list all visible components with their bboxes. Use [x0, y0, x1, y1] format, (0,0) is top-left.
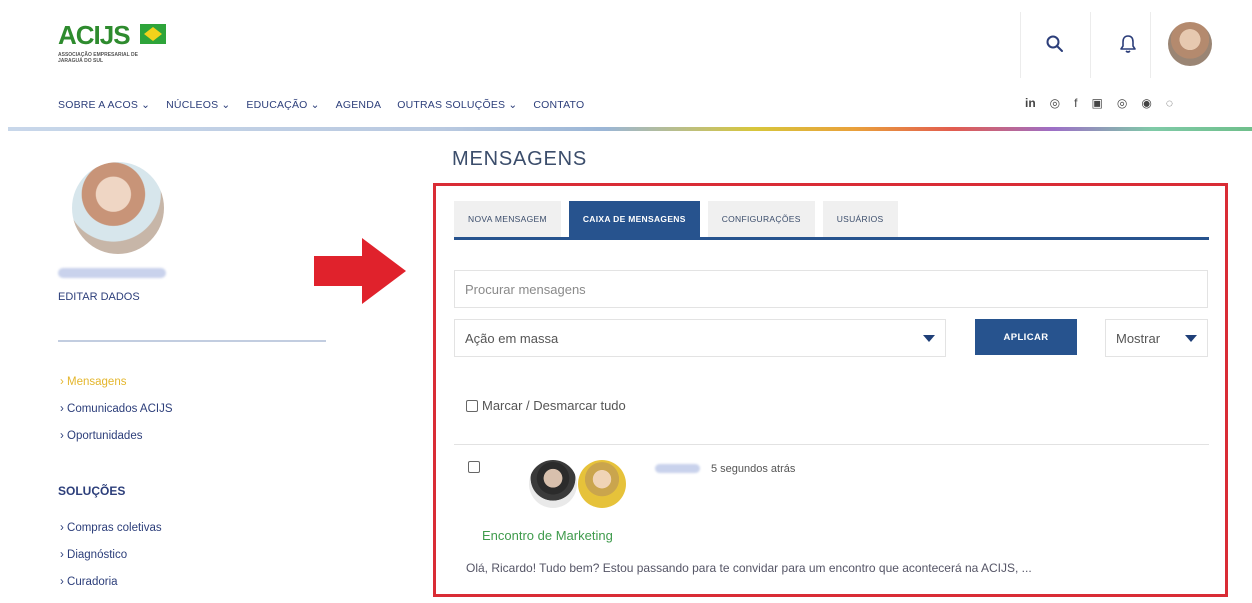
user-avatar[interactable]: [1168, 22, 1212, 66]
list-divider: [454, 444, 1209, 445]
flag-icon: [140, 24, 166, 44]
logo-wordmark: ACIJS: [58, 20, 131, 50]
solutions-menu: › Compras coletivas › Diagnóstico › Cura…: [60, 522, 162, 603]
tab-configuracoes[interactable]: CONFIGURAÇÕES: [707, 201, 815, 237]
linkedin-icon[interactable]: in: [1025, 96, 1036, 110]
mark-all-label: Marcar / Desmarcar tudo: [482, 398, 626, 413]
message-subject-link[interactable]: Encontro de Marketing: [482, 528, 613, 543]
sidebar-menu: › Mensagens › Comunicados ACIJS › Oportu…: [60, 376, 173, 457]
tab-usuarios[interactable]: USUÁRIOS: [822, 201, 898, 237]
header-divider: [1090, 12, 1091, 78]
nav-item-outras-solucoes[interactable]: OUTRAS SOLUÇÕES ⌄: [397, 99, 517, 111]
facebook-icon[interactable]: f: [1074, 96, 1077, 110]
nav-item-educacao[interactable]: EDUCAÇÃO ⌄: [246, 99, 319, 111]
messages-tabs: NOVA MENSAGEM CAIXA DE MENSAGENS CONFIGU…: [454, 201, 898, 237]
message-checkbox[interactable]: [468, 461, 480, 473]
participant-avatar: [578, 460, 626, 508]
mark-all-checkbox[interactable]: [466, 399, 478, 412]
flickr-icon[interactable]: ◎: [1117, 96, 1127, 110]
nav-item-sobre[interactable]: SOBRE A ACOS ⌄: [58, 99, 150, 111]
header-divider: [1150, 12, 1151, 78]
caret-down-icon: [1185, 334, 1197, 342]
sidebar-item-oportunidades[interactable]: › Oportunidades: [60, 430, 173, 457]
youtube-icon[interactable]: ▣: [1092, 96, 1103, 110]
tab-caixa-de-mensagens[interactable]: CAIXA DE MENSAGENS: [568, 201, 700, 237]
tabs-underline: [454, 237, 1209, 240]
main-nav: SOBRE A ACOS ⌄ NÚCLEOS ⌄ EDUCAÇÃO ⌄ AGEN…: [58, 99, 584, 111]
edit-profile-link[interactable]: EDITAR DADOS: [58, 291, 140, 303]
apply-button[interactable]: APLICAR: [975, 319, 1077, 355]
nav-item-agenda[interactable]: AGENDA: [336, 99, 382, 111]
tab-nova-mensagem[interactable]: NOVA MENSAGEM: [454, 201, 561, 237]
whatsapp-icon[interactable]: ◌: [1166, 96, 1173, 110]
sidebar-item-mensagens[interactable]: › Mensagens: [60, 376, 173, 403]
sidebar-item-compras-coletivas[interactable]: › Compras coletivas: [60, 522, 162, 549]
profile-photo: [72, 162, 164, 254]
spotify-icon[interactable]: ◉: [1141, 96, 1151, 110]
page-title: MENSAGENS: [452, 148, 588, 170]
bulk-action-select[interactable]: Ação em massa: [454, 319, 946, 357]
profile-name-blurred: [58, 268, 166, 278]
nav-item-contato[interactable]: CONTATO: [533, 99, 584, 111]
bell-icon: [1120, 35, 1136, 53]
search-messages-input[interactable]: [454, 270, 1208, 308]
social-links: in ◎ f ▣ ◎ ◉ ◌: [1025, 96, 1173, 110]
sidebar-item-comunicados[interactable]: › Comunicados ACIJS: [60, 403, 173, 430]
header-rainbow-divider: [8, 127, 1252, 131]
bulk-action-value: Ação em massa: [465, 330, 559, 346]
nav-item-nucleos[interactable]: NÚCLEOS ⌄: [166, 99, 230, 111]
instagram-icon[interactable]: ◎: [1050, 96, 1060, 110]
search-button[interactable]: [1037, 26, 1073, 62]
notifications-button[interactable]: [1110, 26, 1146, 62]
message-timestamp: 5 segundos atrás: [711, 463, 796, 475]
search-icon: [1046, 35, 1063, 52]
logo-subtitle: ASSOCIAÇÃO EMPRESARIAL DE JARAGUÁ DO SUL: [58, 52, 138, 64]
message-sender-blurred: [655, 464, 700, 473]
solutions-heading: SOLUÇÕES: [58, 484, 126, 498]
mark-all-row: Marcar / Desmarcar tudo: [466, 398, 626, 413]
sidebar-item-diagnostico[interactable]: › Diagnóstico: [60, 549, 162, 576]
acijs-logo[interactable]: ACIJS ASSOCIAÇÃO EMPRESARIAL DE JARAGUÁ …: [58, 20, 168, 66]
message-preview: Olá, Ricardo! Tudo bem? Estou passando p…: [466, 561, 1032, 575]
participant-avatar: [529, 460, 577, 508]
header-divider: [1020, 12, 1021, 78]
sidebar-divider: [58, 340, 326, 342]
sidebar-item-curadoria[interactable]: › Curadoria: [60, 576, 162, 603]
red-arrow-icon: [314, 238, 406, 304]
show-select-value: Mostrar: [1116, 330, 1161, 346]
caret-down-icon: [923, 334, 935, 342]
show-select[interactable]: Mostrar: [1105, 319, 1208, 357]
